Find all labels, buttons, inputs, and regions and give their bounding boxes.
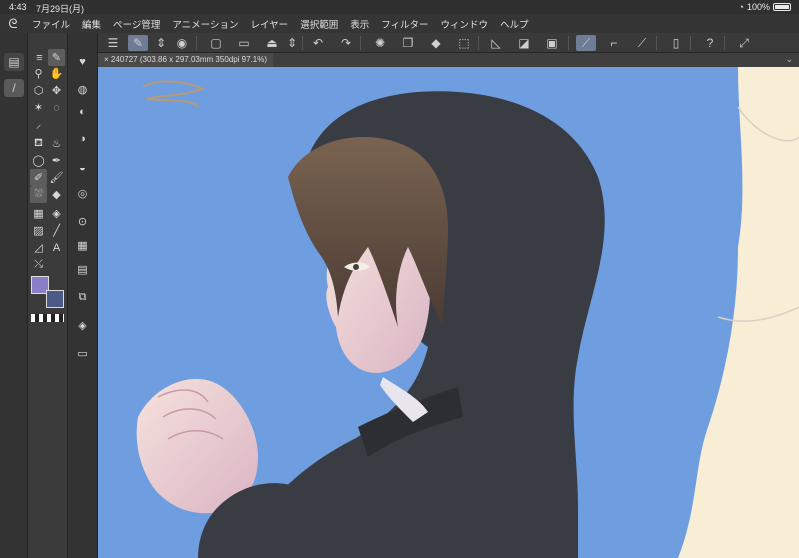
menu-edit[interactable]: 編集 (76, 17, 107, 31)
cake-icon[interactable]: ♨ (48, 135, 65, 152)
magic-wand-icon[interactable]: ✶ (30, 99, 47, 116)
edit-canvas-icon[interactable]: ✎ (128, 35, 148, 51)
battery-icon (773, 3, 791, 11)
text-icon[interactable]: A (48, 239, 65, 256)
canvas-tab-bar: × 240727 (303.86 x 297.03mm 350dpi 97.1%… (98, 53, 799, 67)
transparent-color-swatch[interactable] (31, 314, 64, 322)
line-icon[interactable]: ╱ (48, 222, 65, 239)
pencil-selected-icon[interactable]: ✐ (30, 169, 47, 186)
menu-animation[interactable]: アニメーション (166, 17, 244, 31)
eyedropper-icon[interactable]: ⸝ (30, 116, 47, 133)
menu-file[interactable]: ファイル (26, 17, 76, 31)
sub-tool-panel-icon[interactable]: ▤ (4, 53, 24, 71)
pen-active-icon[interactable]: ✎ (48, 49, 65, 66)
ruler-pen-icon[interactable]: ⟋ (576, 35, 596, 51)
command-bar: « ‹ « › ☰ ✎ ⇕ ◉ ▢ ▭ ⏏ ⇕ ↶ ↷ ✺ ❐ ◆ ⬚ ◺ ◪ … (0, 33, 799, 53)
menu-help[interactable]: ヘルプ (494, 17, 535, 31)
screenshot-icon[interactable]: ◉ (172, 35, 192, 51)
save-icon[interactable]: ⏏ (262, 35, 282, 51)
color-set-icon[interactable]: ◑ (74, 130, 91, 147)
smartphone-icon[interactable]: ▯ (666, 35, 686, 51)
menu-icon[interactable]: ☰ (103, 35, 123, 51)
menu-layer[interactable]: レイヤー (244, 17, 294, 31)
zoom-icon[interactable]: ⚲ (30, 65, 47, 82)
clear-outside-icon[interactable]: ▣ (542, 35, 562, 51)
fullscreen-icon[interactable]: ⤢ (734, 35, 754, 51)
speech-bubble-icon[interactable]: ◯ (30, 152, 47, 169)
status-bar: 4:43 7月29日(月) ◔ 100% (0, 0, 799, 14)
hand-icon[interactable]: ✋ (48, 65, 65, 82)
eraser-icon[interactable]: ◆ (48, 186, 65, 203)
left-quick-panel: ▤ / (0, 33, 28, 558)
fill-tool-icon[interactable]: ◈ (48, 205, 65, 222)
frame-icon[interactable]: ▦ (30, 205, 47, 222)
loading-icon[interactable]: ✺ (370, 35, 390, 51)
lasso-icon[interactable]: ◌ (48, 99, 65, 116)
save-stepper-icon[interactable]: ⇕ (282, 35, 302, 51)
canvas-artwork[interactable] (98, 67, 799, 558)
history-icon[interactable]: ▭ (74, 345, 91, 362)
move-icon[interactable]: ✥ (48, 82, 65, 99)
layer-search-icon[interactable]: ⧉ (74, 289, 91, 306)
brush-tool-icon[interactable]: 🖌 (48, 169, 65, 186)
ruler-icon[interactable]: ◿ (30, 239, 47, 256)
navigator-icon[interactable]: ◎ (74, 185, 91, 202)
canvas-area: × 240727 (303.86 x 297.03mm 350dpi 97.1%… (98, 53, 799, 558)
copy-icon[interactable]: ❐ (398, 35, 418, 51)
canvas-tab-title: 240727 (303.86 x 297.03mm 350dpi 97.1%) (110, 55, 268, 64)
menu-selection[interactable]: 選択範囲 (294, 17, 344, 31)
app-logo-icon[interactable]: ᘓ (0, 16, 26, 32)
help-icon[interactable]: ? (700, 35, 720, 51)
pen-line-icon[interactable]: ⟋ (632, 35, 652, 51)
menu-bar: ᘓ ファイル 編集 ページ管理 アニメーション レイヤー 選択範囲 表示 フィル… (0, 14, 799, 33)
palette-bar: ♥ ◍ ◐ ◑ ◒ ◎ ⊙ ▦ ▤ ⧉ ◈ ▭ (68, 33, 98, 558)
sub-view-icon[interactable]: ⊙ (74, 213, 91, 230)
layers-icon[interactable]: ◈ (74, 317, 91, 334)
menu-window[interactable]: ウィンドウ (435, 17, 495, 31)
transform-icon[interactable]: ⬚ (454, 35, 474, 51)
sub-color-swatch[interactable] (46, 290, 64, 308)
brush-icon[interactable]: ⌐ (604, 35, 624, 51)
menu-filter[interactable]: フィルター (375, 17, 434, 31)
tool-palette: ≡ ✎ ⚲ ✋ ⬡ ✥ ✶ ◌ ⸝ ⛾ ♨ ◯ ✒ ✐ 🖌 ⛆ ◆ ▦ ◈ ▨ … (28, 33, 68, 558)
deselect-icon[interactable]: ◺ (486, 35, 506, 51)
color-slider-icon[interactable]: ◐ (74, 103, 91, 120)
canvas-tab[interactable]: × 240727 (303.86 x 297.03mm 350dpi 97.1%… (98, 53, 274, 67)
menu-page[interactable]: ページ管理 (107, 17, 166, 31)
object-select-icon[interactable]: ⬡ (30, 82, 47, 99)
material-icon[interactable]: ▦ (74, 237, 91, 254)
tab-dropdown-icon[interactable]: ⌄ (785, 54, 793, 65)
correct-line-icon[interactable]: ⤯ (30, 256, 47, 273)
fill-icon[interactable]: ◆ (426, 35, 446, 51)
stepper-icon[interactable]: ⇕ (151, 35, 171, 51)
wifi-icon: ◔ (738, 2, 744, 12)
layers-toggle-icon[interactable]: ≡ (31, 49, 48, 66)
gradient-icon[interactable]: ▨ (30, 222, 47, 239)
undo-icon[interactable]: ↶ (308, 35, 328, 51)
color-wheel-icon[interactable]: ◍ (74, 81, 91, 98)
blend-selected-icon[interactable]: ⛆ (30, 186, 47, 203)
pen-icon[interactable]: ✒ (48, 152, 65, 169)
open-folder-icon[interactable]: ▭ (234, 35, 254, 51)
layer-property-icon[interactable]: ▤ (74, 261, 91, 278)
status-time: 4:43 (9, 2, 27, 12)
new-file-icon[interactable]: ▢ (206, 35, 226, 51)
status-right: ◔ 100% (739, 2, 791, 12)
menu-view[interactable]: 表示 (344, 17, 375, 31)
intermediate-color-icon[interactable]: ◒ (74, 159, 91, 176)
pen-tool-panel-icon[interactable]: / (4, 79, 24, 97)
redo-icon[interactable]: ↷ (336, 35, 356, 51)
invert-select-icon[interactable]: ◪ (514, 35, 534, 51)
battery-percent: 100% (746, 2, 770, 12)
bucket-icon[interactable]: ⛾ (30, 135, 47, 152)
favorite-icon[interactable]: ♥ (74, 53, 91, 70)
